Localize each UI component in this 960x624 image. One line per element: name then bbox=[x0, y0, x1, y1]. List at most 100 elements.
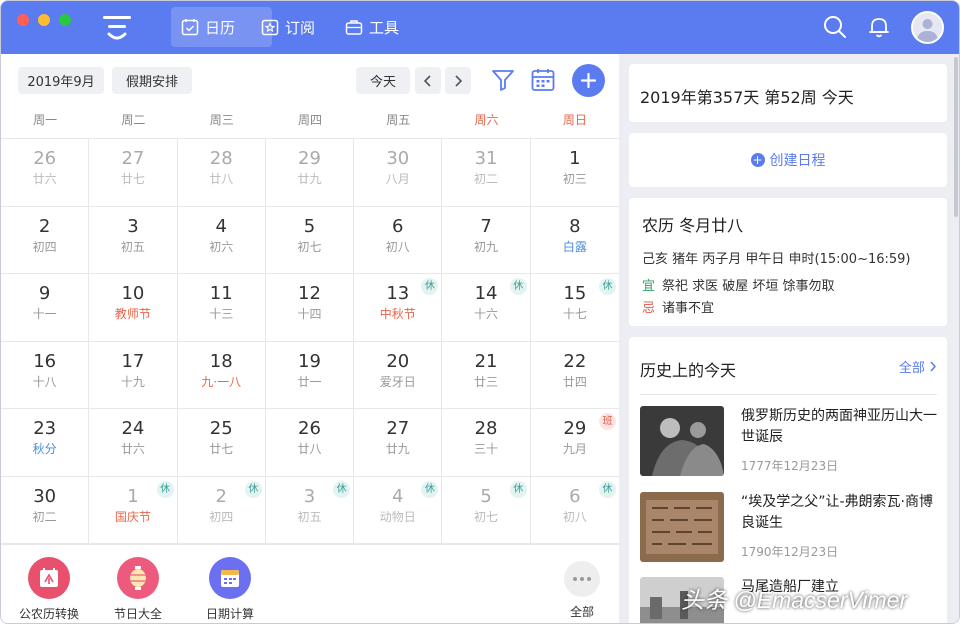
day-number: 23 bbox=[33, 418, 57, 439]
lunar-label: 廿八 bbox=[297, 442, 322, 456]
today-button[interactable]: 今天 bbox=[356, 67, 410, 94]
app-window: 日历 订阅 工具 2019年9月 假期安排 今天 周一 周二 周三 周四 周五 … bbox=[0, 0, 960, 624]
watermark-text: 头条 @EmacserVimer bbox=[681, 587, 908, 613]
day-cell[interactable]: 26 廿六 bbox=[1, 139, 90, 207]
day-cell[interactable]: 29 九月班 bbox=[530, 409, 619, 477]
day-cell[interactable]: 28 廿八 bbox=[177, 139, 266, 207]
lunar-label: 初五 bbox=[297, 509, 322, 524]
day-cell[interactable]: 13 中秋节休 bbox=[354, 274, 443, 342]
day-cell[interactable]: 14 十六休 bbox=[442, 274, 531, 342]
day-cell[interactable]: 2 初四 bbox=[1, 206, 90, 274]
day-number: 30 bbox=[386, 148, 410, 169]
chevron-left-icon bbox=[423, 74, 431, 87]
day-cell[interactable]: 18 九·一八 bbox=[177, 341, 266, 409]
window-zoom-button[interactable] bbox=[59, 14, 71, 26]
history-thumbnail bbox=[640, 406, 724, 476]
history-item[interactable]: “埃及学之父”让-弗朗索瓦·商博良诞生 1790年12月23日 bbox=[640, 492, 940, 564]
day-cell[interactable]: 20 爱牙日 bbox=[354, 341, 443, 409]
day-number: 28 bbox=[474, 418, 498, 439]
day-cell[interactable]: 5 初七休 bbox=[442, 476, 531, 544]
window-minimize-button[interactable] bbox=[38, 14, 50, 26]
workday-badge: 班 bbox=[598, 413, 616, 430]
day-cell[interactable]: 16 十八 bbox=[1, 341, 90, 409]
user-avatar[interactable] bbox=[911, 11, 944, 44]
day-cell[interactable]: 7 初九 bbox=[442, 206, 531, 274]
day-cell[interactable]: 6 初八 bbox=[354, 206, 443, 274]
month-selector[interactable]: 2019年9月 bbox=[18, 67, 104, 94]
tool-all[interactable]: 全部 bbox=[542, 557, 622, 620]
day-cell[interactable]: 12 十四 bbox=[265, 274, 355, 342]
nong-convert-icon bbox=[28, 557, 70, 599]
day-cell[interactable]: 17 十九 bbox=[89, 341, 178, 409]
next-month-button[interactable] bbox=[445, 67, 471, 94]
tab-subscribe[interactable]: 订阅 bbox=[251, 7, 331, 47]
bell-icon[interactable] bbox=[865, 13, 893, 41]
day-cell[interactable]: 22 廿四 bbox=[530, 342, 619, 409]
tool-date-calc[interactable]: 日期计算 bbox=[190, 557, 270, 622]
lunar-label: 廿八 bbox=[209, 172, 234, 186]
day-cell[interactable]: 21 廿三 bbox=[442, 341, 531, 409]
day-cell[interactable]: 10 教师节 bbox=[89, 274, 178, 342]
tool-festivals[interactable]: 节日大全 bbox=[98, 557, 178, 622]
divider bbox=[640, 394, 937, 395]
day-cell[interactable]: 15 十七休 bbox=[530, 274, 619, 342]
day-cell[interactable]: 3 初五 bbox=[89, 206, 178, 274]
day-cell[interactable]: 5 初七 bbox=[265, 206, 355, 274]
history-item[interactable]: 俄罗斯历史的两面神亚历山大一世诞辰 1777年12月23日 bbox=[640, 406, 940, 478]
lunar-label: 十三 bbox=[209, 307, 234, 321]
create-event-label: 创建日程 bbox=[769, 153, 826, 169]
day-number: 22 bbox=[563, 350, 587, 372]
day-number: 27 bbox=[121, 148, 145, 169]
create-event-button[interactable]: + 创建日程 bbox=[629, 133, 947, 187]
day-cell[interactable]: 3 初五休 bbox=[265, 476, 355, 544]
lunar-label: 初九 bbox=[474, 239, 499, 254]
day-cell[interactable]: 1 初三 bbox=[530, 139, 619, 207]
day-cell[interactable]: 30 初二 bbox=[1, 476, 90, 544]
tool-lunar-convert[interactable]: 公农历转换 bbox=[9, 557, 89, 622]
day-cell[interactable]: 25 廿七 bbox=[177, 409, 266, 477]
add-event-button[interactable] bbox=[572, 64, 605, 97]
prev-month-button[interactable] bbox=[415, 67, 441, 94]
day-cell[interactable]: 11 十三 bbox=[177, 274, 266, 342]
lunar-label: 廿六 bbox=[32, 172, 57, 186]
day-cell[interactable]: 27 廿七 bbox=[89, 139, 178, 207]
holiday-schedule-button[interactable]: 假期安排 bbox=[112, 67, 192, 94]
holiday-badge: 休 bbox=[244, 480, 262, 498]
user-icon bbox=[917, 19, 938, 42]
lunar-label: 九月 bbox=[562, 442, 587, 456]
day-cell[interactable]: 8 白露 bbox=[530, 207, 619, 274]
calendar-view-icon[interactable] bbox=[530, 67, 556, 93]
filter-icon[interactable] bbox=[490, 67, 516, 93]
day-cell[interactable]: 29 廿九 bbox=[265, 139, 355, 207]
day-cell[interactable]: 19 廿一 bbox=[265, 341, 355, 409]
day-cell[interactable]: 31 初二 bbox=[442, 139, 531, 207]
lunar-label: 白露 bbox=[562, 239, 587, 254]
scrollbar[interactable] bbox=[954, 57, 958, 217]
day-number: 26 bbox=[298, 418, 321, 439]
day-cell[interactable]: 9 十一 bbox=[1, 274, 90, 342]
day-cell[interactable]: 4 动物日休 bbox=[354, 476, 443, 544]
search-icon[interactable] bbox=[821, 13, 849, 41]
day-cell[interactable]: 30 八月 bbox=[354, 139, 443, 207]
day-cell[interactable]: 26 廿八 bbox=[265, 409, 355, 477]
history-all-link[interactable]: 全部 bbox=[899, 357, 937, 376]
lunar-label: 三十 bbox=[474, 442, 499, 456]
day-number: 1 bbox=[569, 148, 581, 169]
day-cell[interactable]: 24 廿六 bbox=[89, 409, 178, 477]
window-close-button[interactable] bbox=[17, 14, 29, 26]
day-cell[interactable]: 28 三十 bbox=[442, 409, 531, 477]
day-cell[interactable]: 27 廿九 bbox=[354, 409, 443, 477]
day-cell[interactable]: 23 秋分 bbox=[1, 409, 90, 477]
lunar-label: 初七 bbox=[297, 239, 322, 254]
day-number: 12 bbox=[298, 283, 321, 304]
suitable-value: 祭祀 求医 破屋 坏垣 馀事勿取 bbox=[662, 279, 835, 294]
day-cell[interactable]: 2 初四休 bbox=[177, 476, 266, 544]
day-cell[interactable]: 4 初六 bbox=[177, 206, 266, 274]
day-cell[interactable]: 6 初八休 bbox=[530, 477, 619, 544]
day-number: 29 bbox=[298, 148, 321, 169]
tools-bar: 公农历转换 节日大全 日期计算 全部 bbox=[1, 544, 622, 623]
lunar-label: 初四 bbox=[32, 239, 57, 254]
tab-tools[interactable]: 工具 bbox=[335, 7, 415, 47]
day-cell[interactable]: 1 国庆节休 bbox=[89, 476, 178, 544]
star-card-icon bbox=[261, 19, 279, 36]
